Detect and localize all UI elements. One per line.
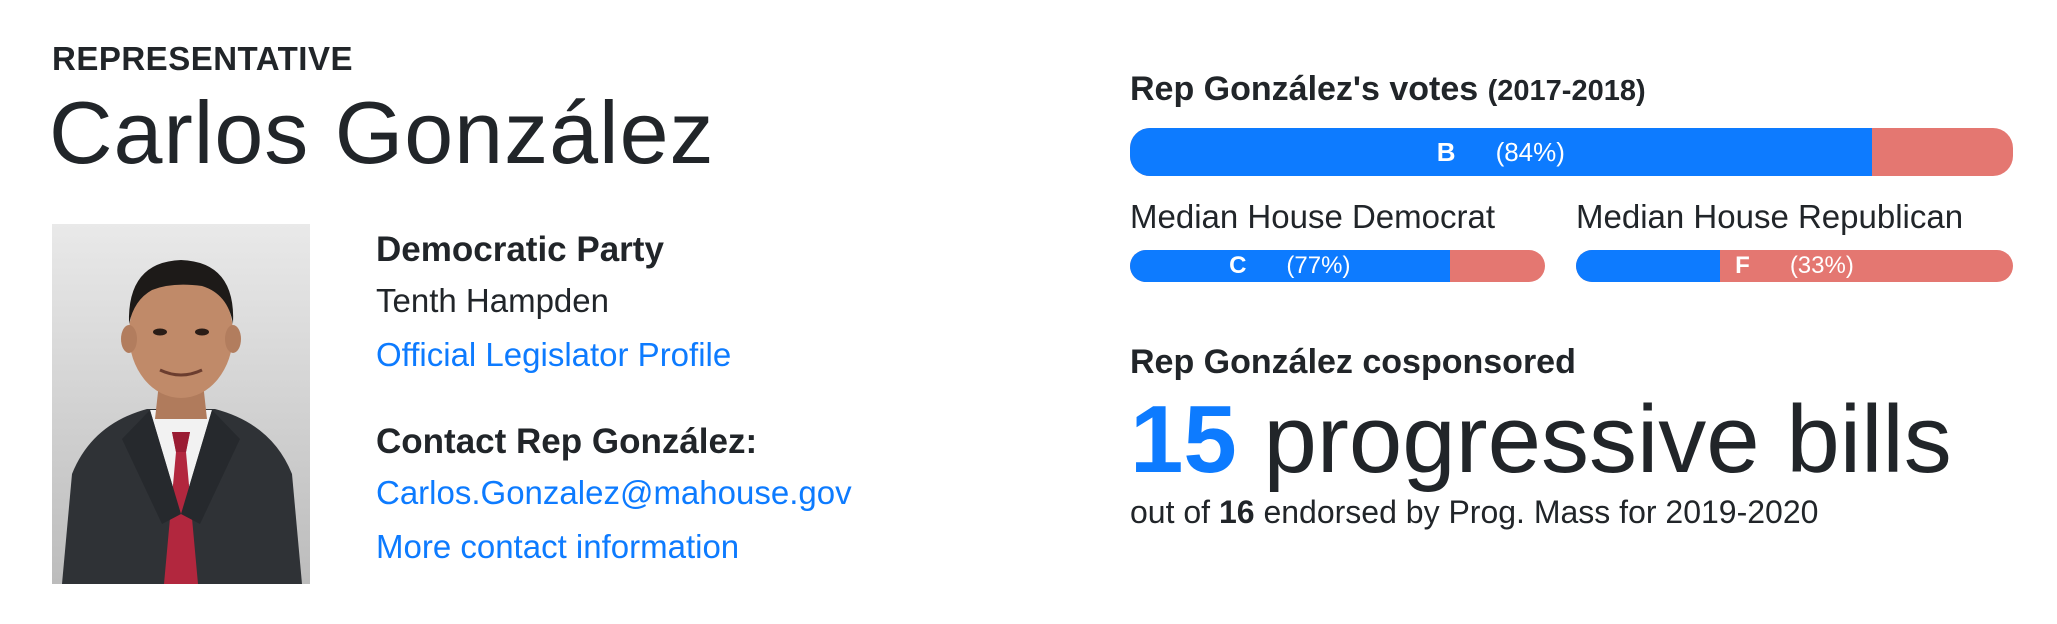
- representative-info: Democratic Party Tenth Hampden Official …: [376, 224, 1056, 574]
- rep-vote-bar: B (84%): [1130, 128, 2013, 176]
- median-rep-label: Median House Republican: [1576, 198, 1964, 235]
- rep-grade: B: [1436, 136, 1456, 167]
- cosponsor-sub-total: 16: [1218, 494, 1255, 530]
- median-rep-bar: F (33%): [1576, 250, 2013, 282]
- contact-heading: Contact Rep González:: [376, 422, 758, 461]
- scorecard-panel: Rep González's votes (2017-2018) B (84%)…: [1130, 0, 2030, 624]
- median-rep-pct: (33%): [1789, 252, 1854, 279]
- cosponsor-count-line: 15 progressive bills: [1130, 388, 1952, 492]
- cosponsor-sub-prefix: out of: [1130, 494, 1211, 530]
- email-link[interactable]: Carlos.Gonzalez@mahouse.gov: [376, 466, 1056, 520]
- official-profile-link[interactable]: Official Legislator Profile: [376, 328, 1056, 382]
- rep-vote-bar-label: B (84%): [1130, 128, 1872, 176]
- portrait-image: [52, 224, 310, 584]
- median-dem-bar-label: C (77%): [1130, 250, 1450, 282]
- votes-heading: Rep González's votes (2017-2018): [1130, 70, 1646, 109]
- median-dem-label: Median House Democrat: [1130, 198, 1495, 235]
- median-dem-pct: (77%): [1286, 252, 1351, 279]
- more-contact-link[interactable]: More contact information: [376, 520, 1056, 574]
- cosponsor-subtext: out of 16 endorsed by Prog. Mass for 201…: [1130, 494, 1818, 531]
- representative-name: Carlos González: [49, 83, 715, 182]
- median-dem-bar: C (77%): [1130, 250, 1545, 282]
- title-kicker: REPRESENTATIVE: [52, 40, 353, 77]
- votes-heading-text: Rep González's votes: [1130, 70, 1479, 108]
- cosponsor-count: 15: [1130, 386, 1237, 493]
- votes-years: (2017-2018): [1487, 75, 1646, 107]
- cosponsor-sub-suffix: endorsed by Prog. Mass for 2019-2020: [1263, 494, 1819, 530]
- rep-pct: (84%): [1495, 136, 1565, 167]
- median-rep-grade: F: [1735, 252, 1750, 279]
- median-dem-grade: C: [1229, 252, 1247, 279]
- representative-photo: [52, 224, 310, 584]
- party-label: Democratic Party: [376, 230, 664, 269]
- median-rep-bar-label: F (33%): [1576, 250, 2013, 282]
- representative-panel: REPRESENTATIVE Carlos González Democrati…: [49, 0, 1052, 624]
- district-label: Tenth Hampden: [376, 282, 609, 319]
- cosponsor-count-suffix: progressive bills: [1263, 386, 1952, 493]
- cosponsor-heading: Rep González cosponsored: [1130, 343, 1576, 381]
